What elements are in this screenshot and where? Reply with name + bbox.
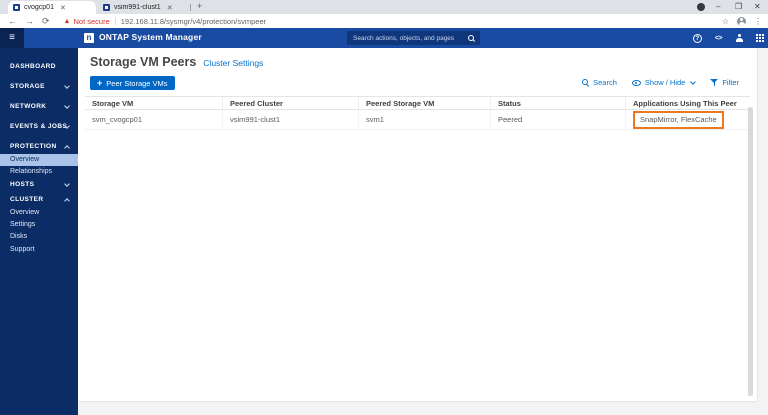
column-header-peered-cluster[interactable]: Peered Cluster [222,97,358,110]
netapp-logo: n [84,33,94,43]
sidebar-item-events-jobs[interactable]: EVENTS & JOBS [0,121,78,133]
app-title: ONTAP System Manager [99,32,202,42]
browser-tab-inactive[interactable]: vsim991-clust1 ✕ [98,1,186,14]
browser-navbar: ← → ⟳ ▲ Not secure 192.168.11.8/sysmgr/v… [0,14,768,28]
browser-menu-icon[interactable]: ⋮ [754,17,762,26]
chevron-up-icon [64,145,70,151]
search-button[interactable]: Search [582,78,617,87]
sidebar-item-relationships[interactable]: Relationships [0,166,78,178]
peer-storage-vms-button[interactable]: + Peer Storage VMs [90,76,175,90]
window-restore-button[interactable]: ❐ [735,0,742,14]
tab-favicon-icon [103,4,110,11]
warning-icon: ▲ [63,17,71,25]
reload-icon[interactable]: ⟳ [42,14,50,28]
sidebar-item-dashboard[interactable]: DASHBOARD [0,61,78,73]
chevron-down-icon [64,83,70,89]
tab-close-icon[interactable]: ✕ [167,4,173,12]
annotation-highlight-box: SnapMirror, FlexCache [633,111,724,129]
tab-divider [190,4,191,11]
table-scrollbar[interactable] [748,107,753,396]
plus-icon: + [97,77,103,88]
sidebar-item-network[interactable]: NETWORK [0,101,78,113]
sidebar-item-settings[interactable]: Settings [0,219,78,231]
cluster-settings-link[interactable]: Cluster Settings [203,58,263,68]
user-icon[interactable] [735,34,743,42]
cell-applications: SnapMirror, FlexCache [625,110,750,130]
new-tab-button[interactable]: + [197,1,202,11]
tab-title: cvogcp01 [24,4,54,11]
not-secure-label[interactable]: Not secure [73,17,109,26]
sidebar-item-hosts[interactable]: HOSTS [0,179,78,191]
window-minimize-button[interactable]: – [716,0,720,14]
tab-favicon-icon [13,4,20,11]
search-icon [468,34,475,42]
sidebar-item-protection-overview[interactable]: Overview [0,154,78,166]
filter-icon [710,79,719,86]
sidebar-item-cluster[interactable]: CLUSTER [0,194,78,206]
hamburger-menu-icon[interactable]: ≡ [0,28,24,48]
sidebar-item-storage[interactable]: STORAGE [0,81,78,93]
show-hide-button[interactable]: Show / Hide [631,78,697,87]
app-header: ≡ n ONTAP System Manager ? <> [0,28,768,48]
rest-api-icon[interactable]: <> [715,35,723,42]
chevron-down-icon [690,78,697,85]
help-icon[interactable]: ? [692,33,702,43]
column-header-storage-vm[interactable]: Storage VM [85,97,222,110]
table-header-row: Storage VM Peered Cluster Peered Storage… [85,96,750,110]
search-icon [582,79,589,86]
sidebar-item-cluster-overview[interactable]: Overview [0,207,78,219]
address-bar[interactable]: 192.168.11.8/sysmgr/v4/protection/svmpee… [121,17,266,26]
window-close-button[interactable]: ✕ [754,0,761,14]
global-search[interactable] [347,31,480,45]
cell-status: Peered [490,110,625,130]
chevron-down-icon [64,181,70,187]
screen: cvogcp01 ✕ vsim991-clust1 ✕ + – ❐ ✕ ← → … [0,0,768,415]
tab-close-icon[interactable]: ✕ [60,4,66,12]
storage-vm-peers-table: Storage VM Peered Cluster Peered Storage… [85,96,750,130]
column-header-applications[interactable]: Applications Using This Peer [625,97,750,110]
sidebar-item-support[interactable]: Support [0,244,78,256]
url-divider [114,17,116,25]
tab-title: vsim991-clust1 [114,4,161,11]
global-search-input[interactable] [347,34,468,42]
chevron-up-icon [64,198,70,204]
column-header-status[interactable]: Status [490,97,625,110]
sidebar-item-disks[interactable]: Disks [0,231,78,243]
browser-tab-strip: cvogcp01 ✕ vsim991-clust1 ✕ + – ❐ ✕ [0,0,768,14]
browser-profile-avatar[interactable] [737,16,746,26]
main-content: Storage VM Peers Cluster Settings + Peer… [78,48,758,402]
table-row[interactable]: svm_cvogcp01 vsim991-clust1 svm1 Peered … [85,110,750,130]
forward-icon[interactable]: → [25,14,34,28]
browser-tab-active[interactable]: cvogcp01 ✕ [8,1,96,14]
column-header-peered-storage-vm[interactable]: Peered Storage VM [358,97,490,110]
cell-peered-storage-vm: svm1 [358,110,490,130]
page-title: Storage VM Peers [90,55,197,69]
filter-button[interactable]: Filter [710,78,739,87]
sidebar-nav: DASHBOARD STORAGE NETWORK EVENTS & JOBS … [0,48,78,415]
eye-icon [631,79,641,86]
table-toolbar: Search Show / Hide Filter [582,78,739,87]
chevron-down-icon [64,103,70,109]
bookmark-star-icon[interactable]: ☆ [722,17,729,26]
cell-storage-vm[interactable]: svm_cvogcp01 [85,110,222,130]
cell-peered-cluster: vsim991-clust1 [222,110,358,130]
sidebar-item-protection[interactable]: PROTECTION [0,141,78,153]
back-icon[interactable]: ← [8,14,17,28]
apps-grid-icon[interactable] [756,34,764,42]
browser-extension-icon[interactable] [697,3,705,11]
